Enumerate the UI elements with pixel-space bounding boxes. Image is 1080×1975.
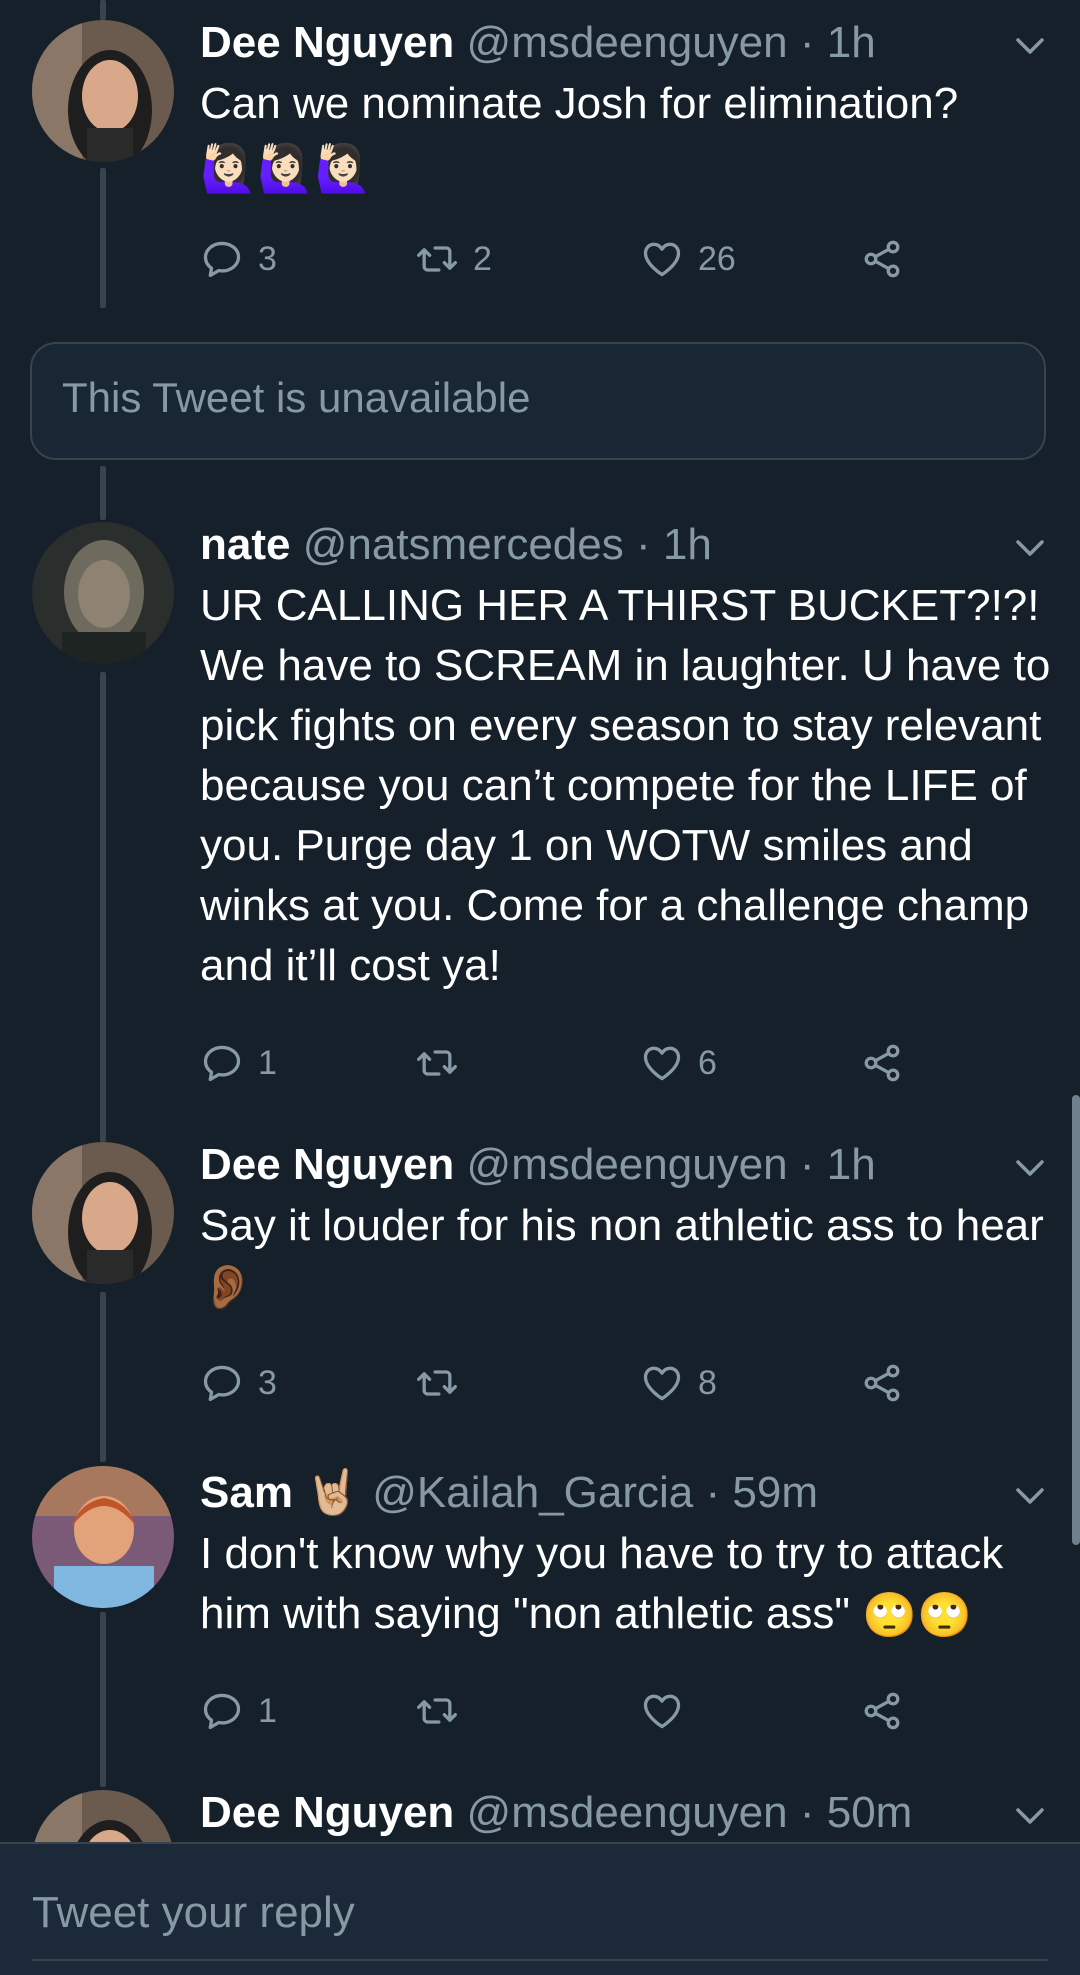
tweet-header: Dee Nguyen @msdeenguyen · 1h — [200, 16, 1000, 70]
display-name[interactable]: Dee Nguyen — [200, 1140, 454, 1189]
emoji: 🙄🙄 — [862, 1591, 972, 1641]
reply-icon — [203, 1045, 241, 1082]
tweet-header: nate @natsmercedes · 1h — [200, 518, 1000, 572]
reply-button[interactable]: 3 — [200, 234, 277, 284]
like-icon — [643, 1366, 681, 1401]
retweet-icon — [417, 1698, 457, 1724]
timestamp: · 1h — [635, 520, 712, 569]
unavailable-text: This Tweet is unavailable — [62, 374, 531, 421]
timestamp: · 59m — [705, 1468, 818, 1517]
chevron-down-icon[interactable] — [1010, 1800, 1050, 1830]
chevron-down-icon[interactable] — [1010, 1152, 1050, 1182]
reply-icon — [203, 1365, 241, 1402]
display-name[interactable]: Sam — [200, 1468, 293, 1517]
user-handle[interactable]: @Kailah_Garcia — [372, 1468, 693, 1517]
user-handle[interactable]: @msdeenguyen — [467, 1140, 788, 1189]
like-icon — [643, 1694, 681, 1729]
tweet-header: Dee Nguyen @msdeenguyen · 1h — [200, 1138, 1000, 1192]
chevron-down-icon[interactable] — [1010, 1480, 1050, 1510]
tweet-text: Say it louder for his non athletic ass t… — [200, 1196, 1060, 1318]
retweet-icon — [417, 1050, 457, 1076]
retweet-button[interactable] — [415, 1358, 473, 1408]
chevron-down-icon[interactable] — [1010, 532, 1050, 562]
like-button[interactable]: 8 — [640, 1358, 717, 1408]
share-button[interactable] — [860, 1358, 904, 1408]
display-name[interactable]: nate — [200, 520, 290, 569]
retweet-button[interactable] — [415, 1686, 473, 1736]
avatar[interactable] — [32, 522, 174, 664]
display-name[interactable]: Dee Nguyen — [200, 18, 454, 67]
tweet-text: I don't know why you have to try to atta… — [200, 1524, 1060, 1646]
avatar[interactable] — [32, 1466, 174, 1608]
like-button[interactable]: 26 — [640, 234, 736, 284]
like-icon — [643, 1046, 681, 1081]
share-icon — [864, 1364, 900, 1402]
input-underline — [32, 1959, 1048, 1961]
like-button[interactable] — [640, 1686, 698, 1736]
tweet-header: Sam 🤘🏼 @Kailah_Garcia · 59m — [200, 1466, 1000, 1520]
tweet-actions: 1 6 — [200, 1038, 940, 1088]
unavailable-tweet-card: This Tweet is unavailable — [30, 342, 1046, 460]
retweet-icon — [417, 246, 457, 272]
tweet-text: Can we nominate Josh for elimination? 🙋🏻… — [200, 74, 1060, 198]
like-button[interactable]: 6 — [640, 1038, 717, 1088]
tweet-header: Dee Nguyen @msdeenguyen · 50m — [200, 1786, 1000, 1840]
reply-icon — [203, 1693, 241, 1730]
timestamp: · 1h — [799, 18, 876, 67]
tweet-text: UR CALLING HER A THIRST BUCKET?!?! We ha… — [200, 581, 1051, 990]
share-icon — [864, 1692, 900, 1730]
share-button[interactable] — [860, 1038, 904, 1088]
thread-line — [100, 672, 106, 1142]
thread-line — [100, 168, 106, 308]
avatar[interactable] — [32, 1142, 174, 1284]
user-handle[interactable]: @natsmercedes — [303, 520, 624, 569]
share-button[interactable] — [860, 234, 904, 284]
reply-button[interactable]: 1 — [200, 1038, 277, 1088]
share-icon — [864, 1044, 900, 1082]
name-emoji: 🤘🏼 — [305, 1468, 360, 1517]
user-handle[interactable]: @msdeenguyen — [467, 18, 788, 67]
thread-line — [100, 466, 106, 520]
tweet-actions: 1 — [200, 1686, 940, 1736]
like-icon — [643, 242, 681, 277]
display-name[interactable]: Dee Nguyen — [200, 1788, 454, 1837]
reply-button[interactable]: 1 — [200, 1686, 277, 1736]
thread-line — [100, 1612, 106, 1787]
reply-button[interactable]: 3 — [200, 1358, 277, 1408]
scrollbar[interactable] — [1072, 1095, 1080, 1545]
retweet-button[interactable] — [415, 1038, 473, 1088]
retweet-button[interactable]: 2 — [415, 234, 492, 284]
user-handle[interactable]: @msdeenguyen — [467, 1788, 788, 1837]
share-icon — [864, 240, 900, 278]
timestamp: · 1h — [799, 1140, 876, 1189]
tweet-actions: 3 2 26 — [200, 234, 940, 284]
reply-input[interactable]: Tweet your reply — [32, 1888, 355, 1938]
thread-line — [100, 0, 106, 20]
tweet-actions: 3 8 — [200, 1358, 940, 1408]
chevron-down-icon[interactable] — [1010, 30, 1050, 60]
share-button[interactable] — [860, 1686, 904, 1736]
reply-icon — [203, 241, 241, 278]
emoji: 👂🏾 — [200, 1263, 255, 1313]
emoji: 🙋🏻‍♀️🙋🏻‍♀️🙋🏻‍♀️ — [200, 142, 372, 194]
reply-composer[interactable]: Tweet your reply — [0, 1842, 1080, 1975]
avatar[interactable] — [32, 20, 174, 162]
thread-line — [100, 1292, 106, 1462]
timestamp: · 50m — [799, 1788, 913, 1837]
retweet-icon — [417, 1370, 457, 1396]
